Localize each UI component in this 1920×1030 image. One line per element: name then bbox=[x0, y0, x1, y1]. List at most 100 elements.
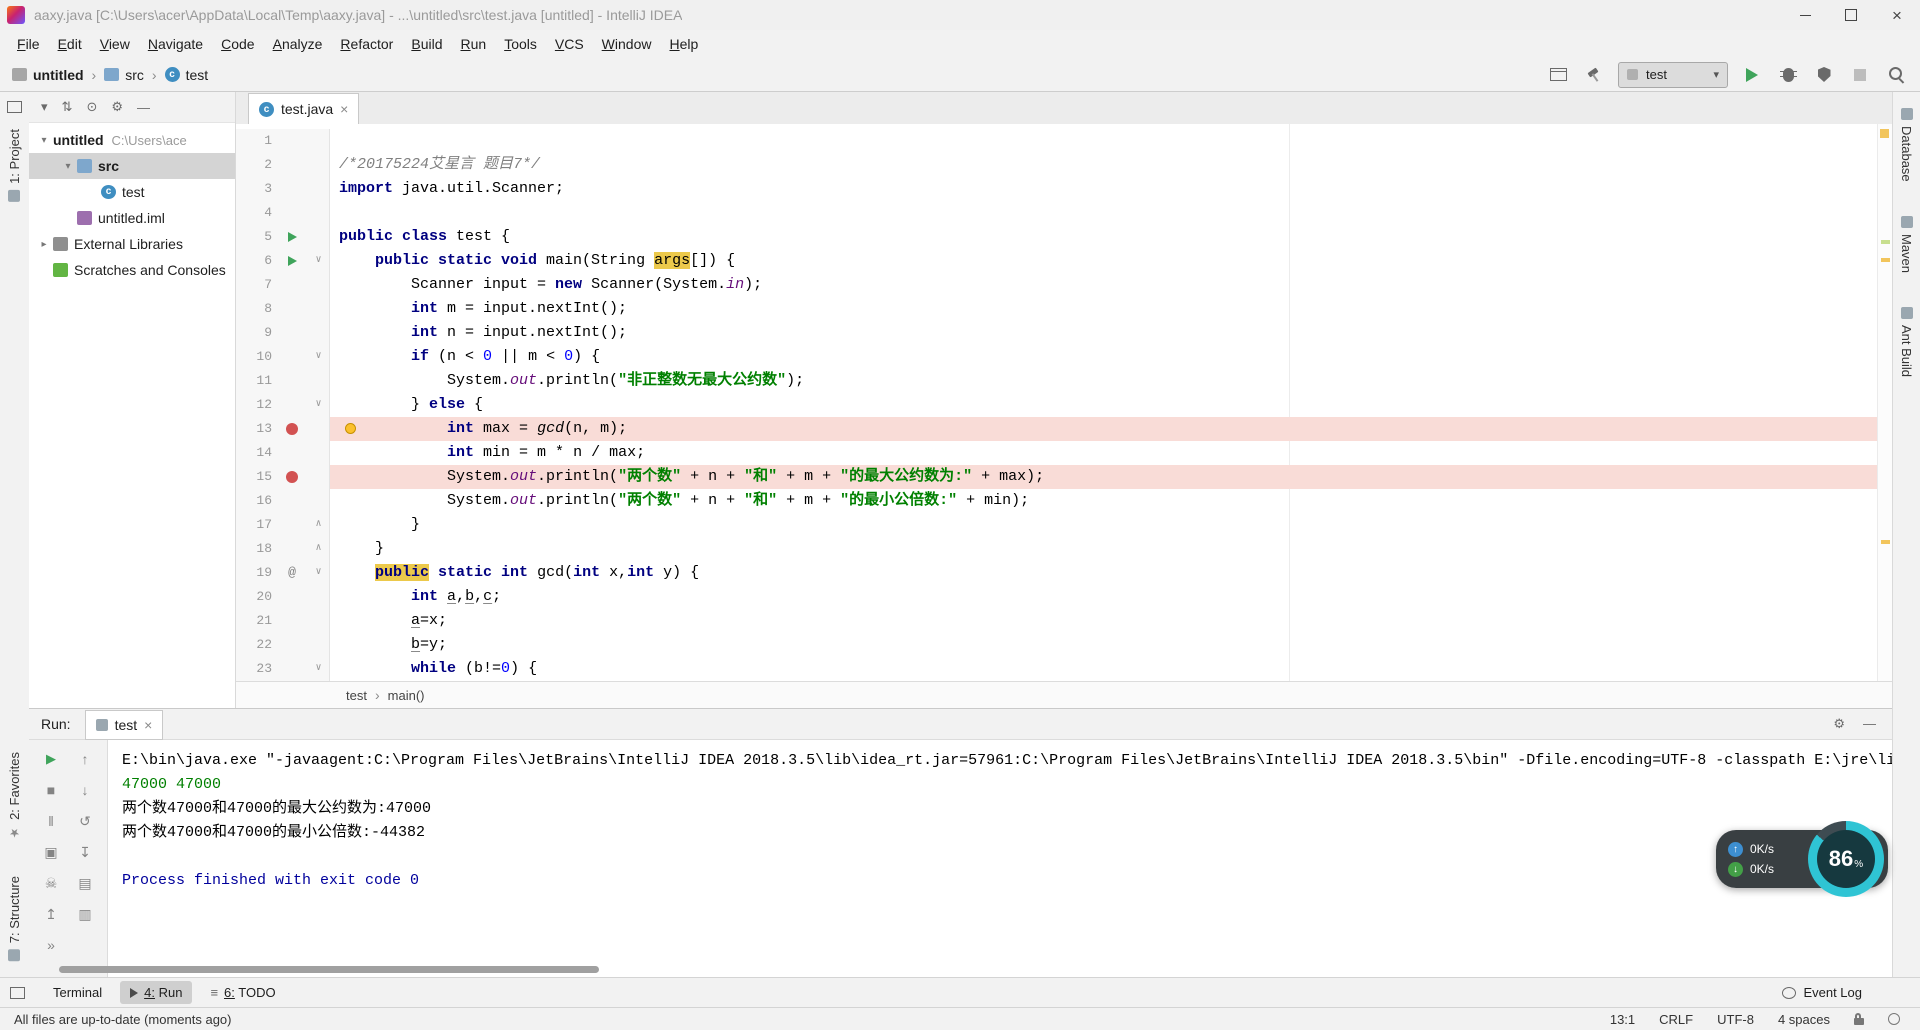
close-tab-icon[interactable]: × bbox=[144, 717, 152, 733]
tool-button-project[interactable]: 1: Project bbox=[7, 129, 22, 202]
search-everywhere-button[interactable] bbox=[1884, 63, 1908, 87]
code-text[interactable]: while (b!=0) { bbox=[330, 657, 1878, 681]
menu-window[interactable]: Window bbox=[593, 33, 661, 55]
rerun-button[interactable]: ▶ bbox=[40, 748, 62, 770]
maximize-button[interactable] bbox=[1828, 0, 1874, 30]
code-text[interactable]: int max = gcd(n, m); bbox=[330, 417, 1878, 441]
close-button[interactable]: × bbox=[1874, 0, 1920, 30]
code-line-23[interactable]: 23 ∨ while (b!=0) { bbox=[236, 657, 1878, 681]
event-log-button[interactable]: Event Log bbox=[1782, 985, 1862, 1000]
close-tab-icon[interactable]: × bbox=[340, 101, 348, 117]
code-line-19[interactable]: 19 @ ∨ public static int gcd(int x,int y) … bbox=[236, 561, 1878, 585]
code-text[interactable]: public static int gcd(int x,int y) { bbox=[330, 561, 1878, 585]
code-line-22[interactable]: 22 b=y; bbox=[236, 633, 1878, 657]
code-line-8[interactable]: 8 int m = input.nextInt(); bbox=[236, 297, 1878, 321]
menu-file[interactable]: File bbox=[8, 33, 49, 55]
fold-icon[interactable]: ∧ bbox=[308, 537, 329, 561]
code-line-9[interactable]: 9 int n = input.nextInt(); bbox=[236, 321, 1878, 345]
code-text[interactable]: b=y; bbox=[330, 633, 1878, 657]
horizontal-scrollbar[interactable] bbox=[59, 966, 599, 973]
toolwindow-switcher-icon[interactable] bbox=[10, 986, 25, 999]
code-text[interactable] bbox=[330, 129, 1878, 153]
build-project-button[interactable] bbox=[1582, 63, 1606, 87]
menu-vcs[interactable]: VCS bbox=[546, 33, 593, 55]
code-line-6[interactable]: 6 ∨ public static void main(String args[]… bbox=[236, 249, 1878, 273]
breadcrumb-method[interactable]: main() bbox=[388, 688, 425, 703]
hide-panel-icon[interactable]: — bbox=[1863, 716, 1876, 732]
tab-test-java[interactable]: c test.java × bbox=[248, 93, 360, 124]
fold-icon[interactable]: ∨ bbox=[308, 561, 329, 585]
fold-icon[interactable]: ∨ bbox=[308, 393, 329, 417]
code-line-20[interactable]: 20 int a,b,c; bbox=[236, 585, 1878, 609]
menu-tools[interactable]: Tools bbox=[495, 33, 546, 55]
console-line-5[interactable] bbox=[122, 845, 1892, 869]
tool-button-run[interactable]: 4: Run bbox=[120, 981, 193, 1004]
code-line-7[interactable]: 7 Scanner input = new Scanner(System.in)… bbox=[236, 273, 1878, 297]
stop-button[interactable] bbox=[1848, 63, 1872, 87]
chevron-down-icon[interactable]: ▾ bbox=[35, 135, 53, 146]
code-text[interactable]: /*20175224艾星言 题目7*/ bbox=[330, 153, 1878, 177]
coverage-button[interactable] bbox=[1812, 63, 1836, 87]
debug-button[interactable] bbox=[1776, 63, 1800, 87]
run-line-icon[interactable] bbox=[287, 232, 297, 242]
clear-output-button[interactable]: ▥ bbox=[74, 903, 96, 925]
code-line-17[interactable]: 17 ∧ } bbox=[236, 513, 1878, 537]
menu-navigate[interactable]: Navigate bbox=[139, 33, 212, 55]
code-text[interactable]: int min = m * n / max; bbox=[330, 441, 1878, 465]
tool-button-maven[interactable]: Maven bbox=[1899, 215, 1914, 273]
menu-analyze[interactable]: Analyze bbox=[264, 33, 332, 55]
code-line-13[interactable]: 13 int max = gcd(n, m); bbox=[236, 417, 1878, 441]
tool-button-structure[interactable]: 7: Structure bbox=[7, 876, 22, 961]
restore-layout-button[interactable]: ↺ bbox=[74, 810, 96, 832]
code-line-18[interactable]: 18 ∧ } bbox=[236, 537, 1878, 561]
menu-edit[interactable]: Edit bbox=[49, 33, 91, 55]
detach-button[interactable]: ↥ bbox=[40, 903, 62, 925]
project-structure-button[interactable] bbox=[1546, 63, 1570, 87]
fold-icon[interactable]: ∨ bbox=[308, 345, 329, 369]
lock-icon[interactable] bbox=[1854, 1012, 1864, 1025]
run-button[interactable] bbox=[1740, 63, 1764, 87]
run-line-icon[interactable] bbox=[287, 256, 297, 266]
chevron-right-icon[interactable]: ▸ bbox=[35, 239, 53, 250]
prev-occurrence-button[interactable]: ↑ bbox=[74, 748, 96, 770]
code-text[interactable]: } bbox=[330, 513, 1878, 537]
breakpoint-icon[interactable] bbox=[286, 423, 298, 435]
tree-row-external-libraries[interactable]: ▸ External Libraries bbox=[29, 231, 235, 257]
breadcrumb-test[interactable]: test bbox=[186, 67, 209, 83]
code-text[interactable]: a=x; bbox=[330, 609, 1878, 633]
breakpoint-icon[interactable] bbox=[286, 471, 298, 483]
console-line-4[interactable]: 两个数47000和47000的最小公倍数:-44382 bbox=[122, 821, 1892, 845]
code-text[interactable]: public static void main(String args[]) { bbox=[330, 249, 1878, 273]
caret-position[interactable]: 13:1 bbox=[1610, 1012, 1635, 1027]
intention-bulb-icon[interactable] bbox=[345, 423, 356, 434]
code-text[interactable]: Scanner input = new Scanner(System.in); bbox=[330, 273, 1878, 297]
toolwindow-switcher-icon[interactable] bbox=[7, 101, 22, 113]
tool-button-database[interactable]: Database bbox=[1899, 108, 1914, 182]
code-text[interactable] bbox=[330, 201, 1878, 225]
fold-icon[interactable]: ∨ bbox=[308, 657, 329, 681]
code-text[interactable]: if (n < 0 || m < 0) { bbox=[330, 345, 1878, 369]
thread-dump-button[interactable]: ▣ bbox=[40, 841, 62, 863]
tree-row-untitled[interactable]: ▾ untitled C:\Users\ace bbox=[29, 127, 235, 153]
print-button[interactable]: ▤ bbox=[74, 872, 96, 894]
hide-panel-icon[interactable]: — bbox=[137, 100, 150, 115]
locate-file-icon[interactable]: ⊙ bbox=[86, 99, 97, 115]
code-text[interactable]: System.out.println("非正整数无最大公约数"); bbox=[330, 369, 1878, 393]
tool-button-ant-build[interactable]: Ant Build bbox=[1899, 306, 1914, 377]
fold-icon[interactable]: ∧ bbox=[308, 513, 329, 537]
tool-button-todo[interactable]: ≡ 6: TODO bbox=[200, 981, 285, 1004]
code-text[interactable]: } bbox=[330, 537, 1878, 561]
pause-output-button[interactable]: ‖ bbox=[40, 810, 62, 832]
console-output[interactable]: E:\bin\java.exe "-javaagent:C:\Program F… bbox=[109, 740, 1892, 977]
fold-icon[interactable]: ∨ bbox=[308, 249, 329, 273]
console-line-6[interactable]: Process finished with exit code 0 bbox=[122, 869, 1892, 893]
chevron-down-icon[interactable]: ▾ bbox=[59, 161, 77, 172]
inspection-status-icon[interactable] bbox=[1880, 129, 1889, 138]
next-occurrence-button[interactable]: ↓ bbox=[74, 779, 96, 801]
code-line-14[interactable]: 14 int min = m * n / max; bbox=[236, 441, 1878, 465]
code-line-12[interactable]: 12 ∨ } else { bbox=[236, 393, 1878, 417]
code-line-1[interactable]: 1 bbox=[236, 129, 1878, 153]
menu-help[interactable]: Help bbox=[660, 33, 707, 55]
code-text[interactable]: public class test { bbox=[330, 225, 1878, 249]
settings-gear-icon[interactable]: ⚙ bbox=[111, 99, 123, 115]
